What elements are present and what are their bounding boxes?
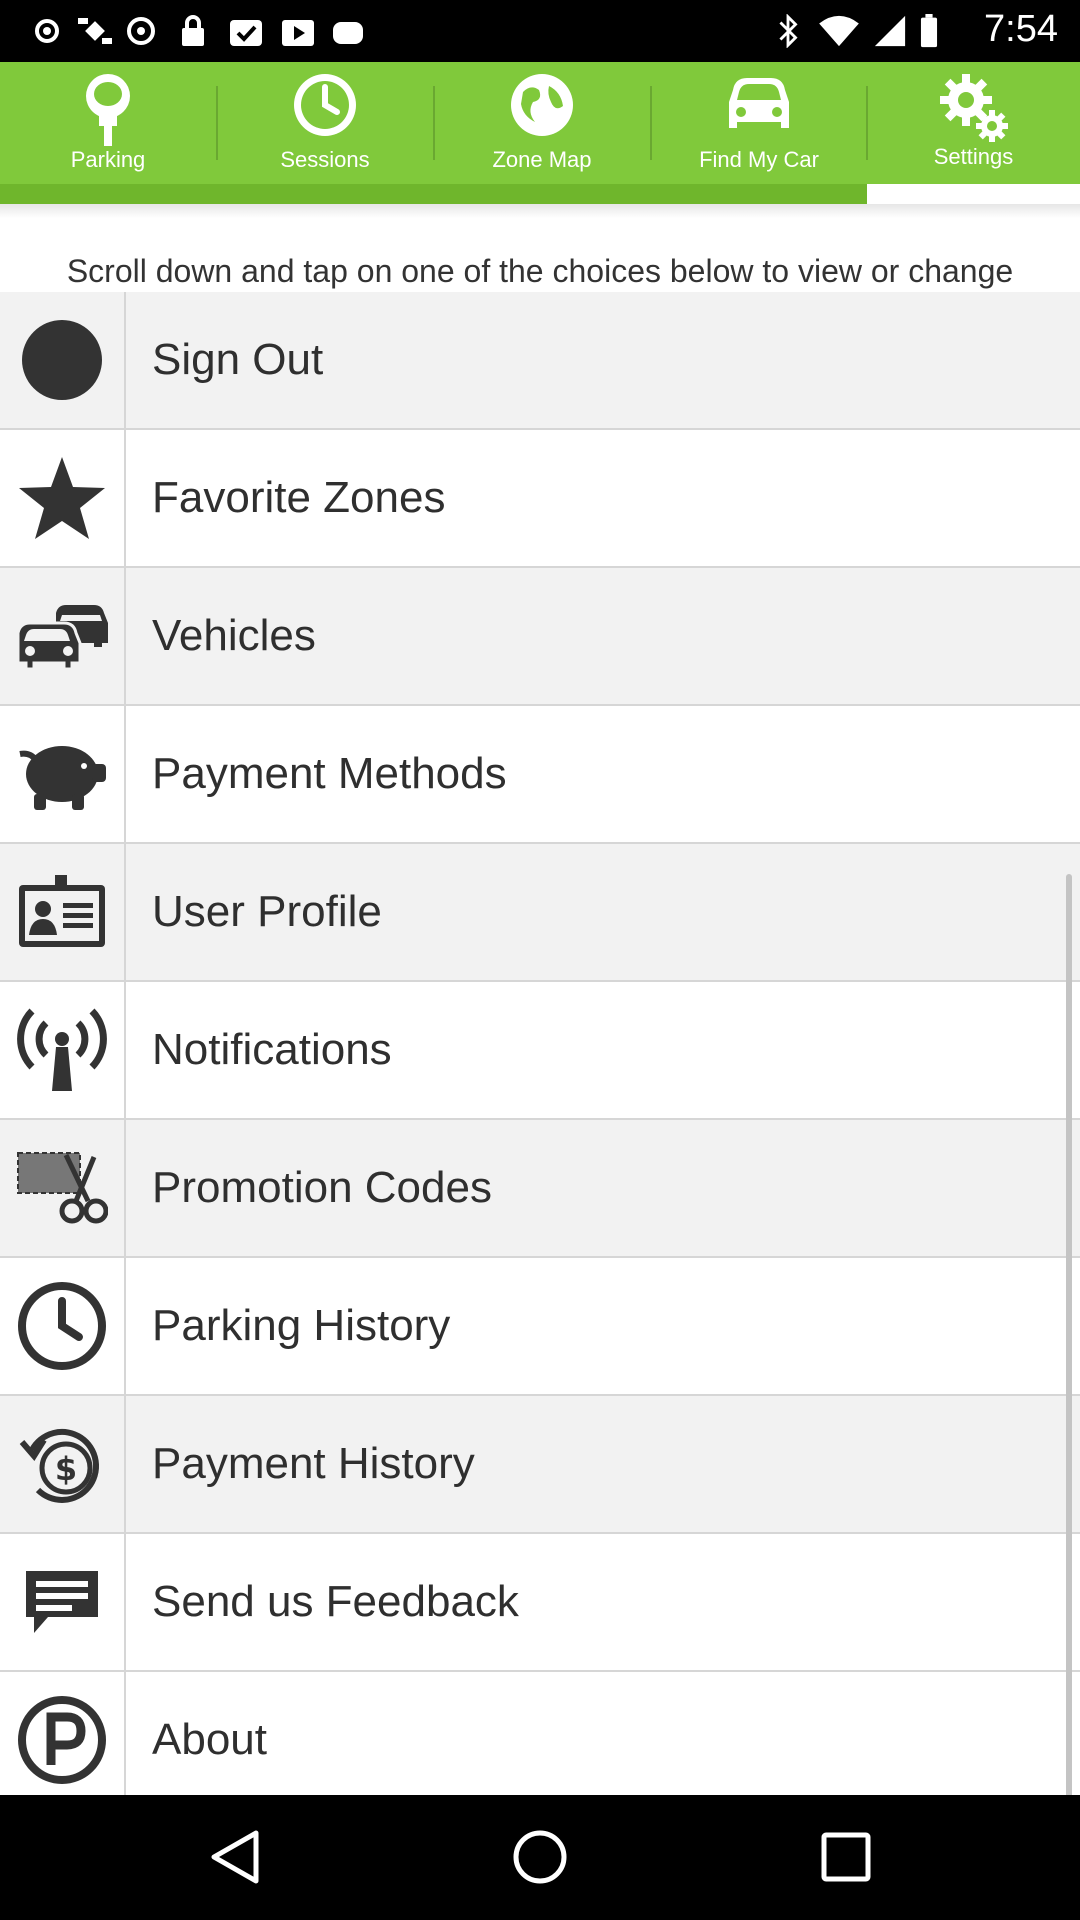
task-icon xyxy=(230,20,262,46)
icon-cell xyxy=(0,1120,126,1256)
tab-label: Zone Map xyxy=(492,147,592,172)
star-icon xyxy=(19,457,105,539)
tab-zone-map[interactable]: Zone Map xyxy=(434,62,650,204)
icon-cell xyxy=(0,844,126,980)
wifi-icon xyxy=(819,15,859,47)
icon-cell xyxy=(0,982,126,1118)
parking-logo-icon xyxy=(18,1696,106,1784)
icon-cell xyxy=(0,568,126,704)
tab-label: Sessions xyxy=(280,147,370,172)
tab-parking[interactable]: Parking xyxy=(0,62,216,204)
play-store-icon xyxy=(282,20,314,46)
settings-item-label: Vehicles xyxy=(152,611,316,660)
settings-item-send-feedback[interactable]: Send us Feedback xyxy=(0,1534,1080,1672)
home-icon[interactable] xyxy=(510,1827,570,1887)
parking-meter-icon xyxy=(86,74,130,146)
bluetooth-icon xyxy=(779,14,798,48)
vehicles-icon xyxy=(16,605,108,669)
tab-find-my-car[interactable]: Find My Car xyxy=(651,62,867,204)
settings-notification-icon xyxy=(35,19,59,43)
id-card-icon xyxy=(19,875,105,947)
scrollbar[interactable] xyxy=(1066,874,1072,1795)
settings-item-label: Notifications xyxy=(152,1025,392,1074)
car-icon xyxy=(729,78,789,128)
tab-label: Settings xyxy=(933,144,1014,169)
settings-item-label: Send us Feedback xyxy=(152,1577,519,1626)
coupon-scissors-icon xyxy=(17,1152,108,1224)
dollar-history-icon: $ xyxy=(19,1428,100,1503)
clock-icon xyxy=(294,74,356,136)
settings-item-user-profile[interactable]: User Profile xyxy=(0,844,1080,982)
settings-item-notifications[interactable]: Notifications xyxy=(0,982,1080,1120)
satellite-icon xyxy=(78,18,112,44)
tab-label: Find My Car xyxy=(699,147,819,172)
antenna-icon xyxy=(17,1008,107,1091)
icon-cell: $ xyxy=(0,1396,126,1532)
settings-item-parking-history[interactable]: Parking History xyxy=(0,1258,1080,1396)
icon-cell xyxy=(0,1534,126,1670)
settings-item-label: User Profile xyxy=(152,887,382,936)
settings-item-vehicles[interactable]: Vehicles xyxy=(0,568,1080,706)
sign-out-icon xyxy=(22,320,102,400)
navigation-bar xyxy=(0,1795,1080,1920)
settings-item-label: About xyxy=(152,1715,267,1764)
icon-cell xyxy=(0,706,126,842)
settings-item-label: Favorite Zones xyxy=(152,473,446,522)
settings-item-label: Payment Methods xyxy=(152,749,507,798)
settings-item-label: Sign Out xyxy=(152,335,324,384)
status-bar: 7:54 xyxy=(0,0,1080,62)
globe-icon xyxy=(511,74,573,136)
back-icon[interactable] xyxy=(206,1827,266,1887)
tab-label: Parking xyxy=(70,147,146,172)
status-time: 7:54 xyxy=(984,8,1058,50)
settings-item-favorite-zones[interactable]: Favorite Zones xyxy=(0,430,1080,568)
settings-item-payment-methods[interactable]: Payment Methods xyxy=(0,706,1080,844)
icon-cell xyxy=(0,1258,126,1394)
signal-icon xyxy=(874,15,906,47)
icon-cell xyxy=(0,1672,126,1795)
chat-bubble-icon xyxy=(26,1571,98,1633)
settings-item-sign-out[interactable]: Sign Out xyxy=(0,292,1080,430)
tab-settings[interactable]: Settings xyxy=(867,62,1080,204)
icon-cell xyxy=(0,430,126,566)
gears-icon xyxy=(939,74,1008,142)
settings-item-label: Promotion Codes xyxy=(152,1163,492,1212)
clock-icon xyxy=(18,1282,106,1370)
sync-icon xyxy=(127,17,155,45)
settings-item-payment-history[interactable]: $ Payment History xyxy=(0,1396,1080,1534)
game-icon xyxy=(333,22,363,44)
lock-icon xyxy=(182,15,204,46)
piggy-bank-icon xyxy=(19,746,106,810)
battery-icon xyxy=(920,14,938,48)
recent-apps-icon[interactable] xyxy=(816,1827,876,1887)
settings-item-about[interactable]: About xyxy=(0,1672,1080,1795)
settings-content: Scroll down and tap on one of the choice… xyxy=(0,204,1080,1795)
svg-text:$: $ xyxy=(55,1450,77,1488)
settings-item-label: Parking History xyxy=(152,1301,451,1350)
settings-item-promotion-codes[interactable]: Promotion Codes xyxy=(0,1120,1080,1258)
settings-item-label: Payment History xyxy=(152,1439,475,1488)
tab-sessions[interactable]: Sessions xyxy=(217,62,433,204)
icon-cell xyxy=(0,292,126,428)
